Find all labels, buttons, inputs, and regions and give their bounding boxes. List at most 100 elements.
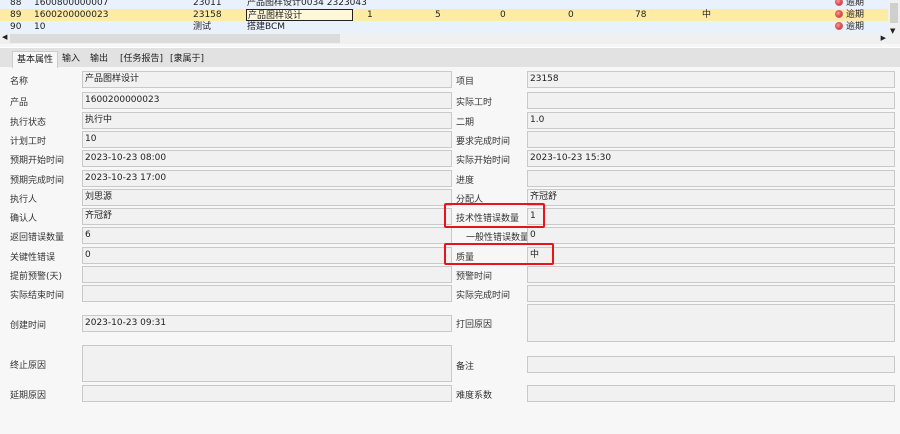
row-c1: 1 [367,10,373,20]
field-label: 创建时间 [10,320,47,331]
field-input[interactable]: 1.0 [527,112,895,129]
field-input[interactable] [527,170,895,187]
field-input[interactable] [82,266,452,283]
row-code: 10 [34,22,46,32]
field-input[interactable]: 2023-10-23 17:00 [82,170,452,187]
table-row-selected[interactable]: 89 1600200000023 23158 产品图样设计 1 5 0 0 78… [0,9,888,21]
field-input[interactable]: 0 [527,227,895,244]
field-label: 难度系数 [456,390,493,401]
scroll-down-icon[interactable]: ▼ [890,27,895,35]
field-input[interactable]: 0 [82,247,452,264]
field-input[interactable]: 中 [527,247,895,264]
field-label: 实际工时 [456,97,493,108]
vertical-scrollbar[interactable]: ▼ [888,0,900,44]
field-label: 项目 [456,76,475,87]
status-text: 逾期 [846,10,865,20]
scroll-thumb[interactable] [10,34,340,43]
field-input[interactable]: 2023-10-23 08:00 [82,150,452,167]
row-quality: 中 [702,10,712,20]
field-label: 实际完成时间 [456,290,511,301]
row-project: 测试 [193,22,212,32]
field-input[interactable]: 23158 [527,71,895,88]
row-status: 逾期 [835,9,864,21]
tab-input[interactable]: 输入 [58,51,84,68]
field-input[interactable] [527,92,895,109]
field-input[interactable] [82,345,452,382]
row-no: 89 [10,10,22,20]
highlight-box [444,243,554,265]
row-project: 23011 [193,0,222,8]
field-label: 进度 [456,175,475,186]
tab-belongs-to[interactable]: [隶属于] [166,51,208,68]
field-input[interactable] [527,304,895,342]
field-label: 名称 [10,76,29,87]
field-label: 产品 [10,97,29,108]
row-c5: 78 [635,10,647,20]
field-label: 预警时间 [456,271,493,282]
field-input[interactable]: 2023-10-23 15:30 [527,150,895,167]
field-input[interactable]: 1 [527,208,895,225]
task-grid: 88 1600800000007 23011 产品图样设计0034 232304… [0,0,888,33]
field-input[interactable]: 刘思源 [82,189,452,206]
status-text: 逾期 [846,0,865,8]
field-input[interactable] [527,385,895,402]
row-name: 产品图样设计0034 2323043 [247,0,367,8]
row-code: 1600200000023 [34,10,109,20]
field-label: 预期完成时间 [10,175,65,186]
table-row[interactable]: 88 1600800000007 23011 产品图样设计0034 232304… [0,0,888,9]
field-input[interactable] [527,131,895,148]
scroll-thumb[interactable] [890,3,898,23]
row-no: 88 [10,0,22,8]
field-input[interactable] [82,385,452,402]
row-c4: 0 [568,10,574,20]
row-name: 搭建BCM [247,22,286,32]
row-project: 23158 [193,10,222,20]
field-label: 执行状态 [10,117,47,128]
overdue-icon [835,22,843,30]
row-c3: 0 [500,10,506,20]
row-no: 90 [10,22,22,32]
scroll-right-icon[interactable]: ▶ [881,34,886,42]
field-input[interactable]: 齐冠舒 [527,189,895,206]
row-status: 逾期 [835,21,864,33]
field-input[interactable] [527,266,895,283]
field-label: 计划工时 [10,136,47,147]
field-input[interactable] [82,285,452,302]
row-c2: 5 [435,10,441,20]
row-name-editor[interactable]: 产品图样设计 [246,9,353,21]
row-code: 1600800000007 [34,0,109,8]
field-label: 要求完成时间 [456,136,511,147]
field-input[interactable]: 6 [82,227,452,244]
field-label: 终止原因 [10,360,47,371]
scroll-left-icon[interactable]: ◀ [2,33,7,41]
field-label: 实际结束时间 [10,290,65,301]
field-input[interactable]: 执行中 [82,112,452,129]
field-label: 关键性错误 [10,252,56,263]
field-label: 返回错误数量 [10,232,65,243]
highlight-box [444,203,545,228]
field-input[interactable]: 10 [82,131,452,148]
table-row[interactable]: 90 10 测试 搭建BCM 逾期 [0,21,888,33]
field-label: 实际开始时间 [456,155,511,166]
field-label: 延期原因 [10,390,47,401]
tab-output[interactable]: 输出 [86,51,112,68]
tab-bar: 基本属性 输入 输出 [任务报告] [隶属于] [0,47,900,68]
row-status: 逾期 [835,0,864,9]
field-label: 提前预警(天) [10,271,63,282]
field-input[interactable] [527,285,895,302]
field-input[interactable] [527,356,895,373]
field-label: 备注 [456,361,475,372]
field-input[interactable]: 齐冠舒 [82,208,452,225]
field-label: 打回原因 [456,320,493,330]
field-label: 执行人 [10,194,38,205]
tab-basic-properties[interactable]: 基本属性 [12,51,59,68]
overdue-icon [835,10,843,18]
horizontal-scrollbar[interactable]: ◀ ▶ [0,33,888,44]
overdue-icon [835,0,843,6]
field-input[interactable]: 2023-10-23 09:31 [82,315,452,332]
field-label: 预期开始时间 [10,155,65,166]
field-input[interactable]: 产品图样设计 [82,71,452,88]
tab-task-report[interactable]: [任务报告] [116,51,167,68]
field-input[interactable]: 1600200000023 [82,92,452,109]
field-label: 二期 [456,117,475,128]
